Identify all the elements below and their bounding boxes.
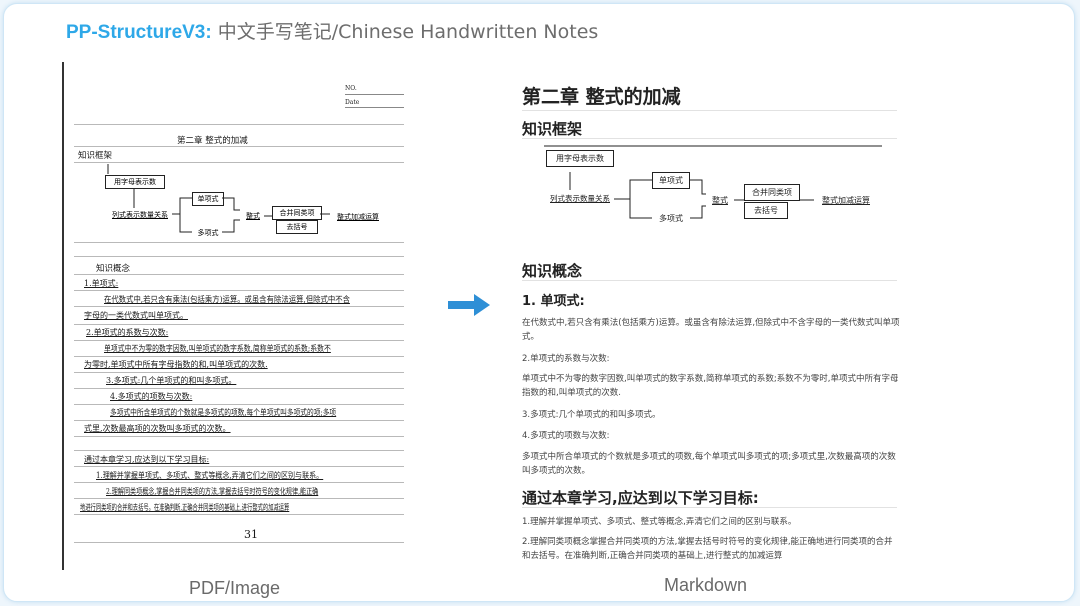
note-line-3: 字母的一类代数式叫单项式。 xyxy=(84,311,188,320)
md-node-relations: 列式表示数量关系 xyxy=(546,190,614,207)
note-node-addsub: 整式加减运算 xyxy=(337,213,379,221)
note-node-brackets: 去括号 xyxy=(276,220,318,234)
slide-frame: PP-StructureV3: 中文手写笔记/Chinese Handwritt… xyxy=(3,3,1075,602)
note-line-14: 地进行同类项的合并和去括号。在准确判断,正确合并同类项的基础上,进行整式的加减运… xyxy=(80,503,290,512)
note-line-13: 2.理解同类项概念,掌握合并同类项的方法,掌握去括号时符号的变化规律,能正确 xyxy=(106,487,319,496)
slide-subtitle: 中文手写笔记/Chinese Handwritten Notes xyxy=(217,21,599,43)
md-node-integral: 整式 xyxy=(706,192,734,209)
md-h2-goals: 通过本章学习,应达到以下学习目标: xyxy=(522,489,759,507)
md-paragraph-4: 3.多项式:几个单项式的和叫多项式。 xyxy=(522,410,661,420)
note-line-1: 1.单项式: xyxy=(84,279,119,288)
note-node-combine: 合并同类项 xyxy=(272,206,322,220)
note-node-monomial: 单项式 xyxy=(192,192,224,206)
md-paragraph-1: 在代数式中,若只含有乘法(包括乘方)运算。或虽含有除法运算,但除式中不含字母的一… xyxy=(522,318,900,342)
md-h2-rule xyxy=(522,507,897,508)
note-line-6: 为零时,单项式中所有字母指数的和,叫单项式的次数. xyxy=(84,360,268,369)
note-line-11: 通过本章学习,应达到以下学习目标: xyxy=(84,455,210,464)
note-node-letters: 用字母表示数 xyxy=(105,175,165,189)
right-panel-label: Markdown xyxy=(664,575,748,595)
md-node-addsub: 整式加减运算 xyxy=(814,192,878,209)
slide-title: PP-StructureV3: 中文手写笔记/Chinese Handwritt… xyxy=(66,17,598,44)
note-node-integral: 整式 xyxy=(246,212,260,220)
note-line-5: 单项式中不为零的数字因数,叫单项式的数字系数,简称单项式的系数;系数不 xyxy=(104,344,331,353)
md-paragraph-5: 4.多项式的项数与次数: xyxy=(522,431,610,441)
md-node-monomial: 单项式 xyxy=(652,172,690,189)
note-page-number: 31 xyxy=(244,528,258,541)
note-line-10: 式里,次数最高项的次数叫多项式的次数。 xyxy=(84,424,231,433)
note-section-concepts: 知识概念 xyxy=(96,264,131,274)
note-line-4: 2.单项式的系数与次数: xyxy=(86,328,169,337)
note-line-9: 多项式中所含单项式的个数就是多项式的项数,每个单项式叫多项式的项;多项 xyxy=(110,408,337,417)
note-line-2: 在代数式中,若只含有乘法(包括乘方)运算。或虽含有除法运算,但除式中不含 xyxy=(104,295,350,304)
right-arrow-icon xyxy=(448,294,490,316)
md-paragraph-3: 单项式中不为零的数字因数,叫单项式的数字系数,简称单项式的系数;系数不为零时,单… xyxy=(522,374,899,398)
md-h2-framework: 知识框架 xyxy=(522,120,583,138)
md-paragraph-7: 1.理解并掌握单项式、多项式、整式等概念,弄清它们之间的区别与联系。 xyxy=(522,517,797,527)
left-panel-label: PDF/Image xyxy=(189,578,281,598)
note-node-polynomial: 多项式 xyxy=(197,229,219,237)
note-line-8: 4.多项式的项数与次数: xyxy=(110,392,193,401)
md-node-polynomial: 多项式 xyxy=(652,210,690,227)
md-node-combine: 合并同类项 xyxy=(744,184,800,201)
note-line-7: 3.多项式:几个单项式的和叫多项式。 xyxy=(106,376,237,385)
md-h3-monomial: 1. 单项式: xyxy=(522,294,585,309)
handwritten-note-image: NO. Date 第二章 整式的加减 知识框架 用字母表示数 列式表示数量关系 … xyxy=(62,62,410,570)
note-line-12: 1.理解并掌握单项式、多项式、整式等概念,弄清它们之间的区别与联系。 xyxy=(96,471,324,480)
brand-name: PP-StructureV3: xyxy=(66,22,212,43)
md-paragraph-8: 2.理解同类项概念掌握合并同类项的方法,掌握去括号时符号的变化规律,能正确地进行… xyxy=(522,537,893,561)
note-node-relations: 列式表示数量关系 xyxy=(112,211,168,219)
md-h1-rule xyxy=(522,110,897,111)
md-h2-rule xyxy=(522,280,897,281)
md-paragraph-2: 2.单项式的系数与次数: xyxy=(522,354,610,364)
md-h2-rule xyxy=(522,138,897,139)
md-h1: 第二章 整式的加减 xyxy=(522,86,681,108)
md-node-letters: 用字母表示数 xyxy=(546,150,614,167)
md-node-brackets: 去括号 xyxy=(744,202,788,219)
md-diagram-image: 用字母表示数 列式表示数量关系 单项式 多项式 整式 合并同类项 去括号 整式加… xyxy=(522,144,882,227)
md-paragraph-6: 多项式中所合单项式的个数就是多项式的项数,每个单项式叫多项式的项;多项式里,次数… xyxy=(522,452,896,476)
md-h2-concepts: 知识概念 xyxy=(522,262,583,280)
